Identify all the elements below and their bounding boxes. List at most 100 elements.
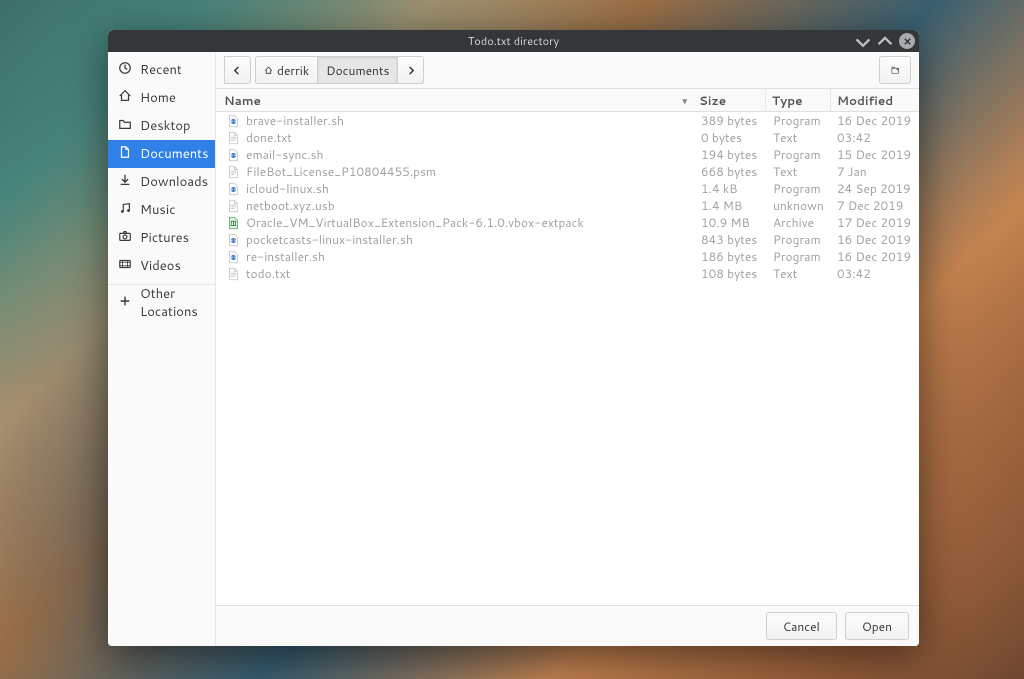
dialog-footer: Cancel Open [216, 605, 919, 646]
text-file-icon [226, 199, 240, 213]
breadcrumb-label: Documents [326, 62, 389, 79]
file-row[interactable]: brave-installer.sh389 bytesProgram16 Dec… [216, 112, 919, 129]
file-modified: 16 Dec 2019 [831, 231, 919, 248]
camera-icon [118, 229, 132, 248]
file-row[interactable]: email-sync.sh 194 bytesProgram15 Dec 2019 [216, 146, 919, 163]
sidebar-item-documents[interactable]: Documents [108, 140, 215, 168]
sort-descending-icon: ▾ [682, 94, 687, 107]
file-type: unknown [767, 197, 831, 214]
folder-icon [118, 117, 132, 136]
home-icon [118, 89, 132, 108]
script-file-icon [226, 250, 240, 264]
file-type: Text [767, 163, 831, 180]
breadcrumb-documents[interactable]: Documents [317, 56, 398, 84]
header-name[interactable]: Name ▾ [216, 89, 693, 111]
file-modified: 15 Dec 2019 [831, 146, 919, 163]
minimize-button[interactable] [855, 33, 871, 49]
clock-icon [118, 61, 132, 80]
file-row[interactable]: netboot.xyz.usb 1.4 MBunknown7 Dec 2019 [216, 197, 919, 214]
file-name: netboot.xyz.usb [246, 197, 335, 214]
file-size: 108 bytes [695, 265, 767, 282]
nav-buttons [224, 56, 251, 84]
sidebar-item-recent[interactable]: Recent [108, 56, 215, 84]
file-size: 0 bytes [695, 129, 767, 146]
file-name: re-installer.sh [246, 248, 325, 265]
file-size: 843 bytes [695, 231, 767, 248]
sidebar-item-label: Music [140, 201, 176, 219]
file-modified: 7 Jan [831, 163, 919, 180]
file-row[interactable]: todo.txt108 bytesText03:42 [216, 265, 919, 282]
file-modified: 7 Dec 2019 [831, 197, 919, 214]
main-pane: derrik Documents Name ▾ Size Type Modifie… [216, 52, 919, 646]
text-file-icon [226, 131, 240, 145]
sidebar-item-other-locations[interactable]: Other Locations [108, 289, 215, 317]
sidebar-item-label: Desktop [140, 117, 191, 135]
script-file-icon [226, 148, 240, 162]
header-modified[interactable]: Modified [830, 89, 919, 111]
file-name: email-sync.sh [246, 146, 324, 163]
file-modified: 16 Dec 2019 [831, 248, 919, 265]
file-name: Oracle_VM_VirtualBox_Extension_Pack-6.1.… [246, 214, 584, 231]
file-list[interactable]: brave-installer.sh389 bytesProgram16 Dec… [216, 112, 919, 605]
file-type: Program [767, 231, 831, 248]
script-file-icon [226, 233, 240, 247]
new-folder-button[interactable] [879, 56, 911, 84]
file-type: Program [767, 248, 831, 265]
file-row[interactable]: Oracle_VM_VirtualBox_Extension_Pack-6.1.… [216, 214, 919, 231]
sidebar-item-label: Home [140, 89, 176, 107]
file-modified: 24 Sep 2019 [831, 180, 919, 197]
text-file-icon [226, 165, 240, 179]
file-name: brave-installer.sh [246, 112, 344, 129]
file-size: 1.4 MB [695, 197, 767, 214]
file-size: 194 bytes [695, 146, 767, 163]
sidebar-item-desktop[interactable]: Desktop [108, 112, 215, 140]
file-size: 186 bytes [695, 248, 767, 265]
toolbar: derrik Documents [216, 52, 919, 89]
sidebar-item-music[interactable]: Music [108, 196, 215, 224]
file-type: Program [767, 112, 831, 129]
window-title: Todo.txt directory [468, 33, 559, 49]
file-modified: 16 Dec 2019 [831, 112, 919, 129]
breadcrumb-derrik[interactable]: derrik [255, 56, 318, 84]
file-row[interactable]: icloud-linux.sh1.4 kBProgram24 Sep 2019 [216, 180, 919, 197]
forward-button[interactable] [397, 56, 424, 84]
file-row[interactable]: pocketcasts-linux-installer.sh 843 bytesP… [216, 231, 919, 248]
column-headers: Name ▾ Size Type Modified [216, 89, 919, 112]
back-button[interactable] [224, 56, 251, 84]
plus-icon [118, 294, 132, 313]
sidebar-item-videos[interactable]: Videos [108, 252, 215, 280]
file-chooser-window: Todo.txt directory Recent Home Desktop Docu… [108, 30, 919, 646]
sidebar-item-downloads[interactable]: Downloads [108, 168, 215, 196]
text-file-icon [226, 267, 240, 281]
close-button[interactable] [899, 33, 915, 49]
file-name: FileBot_License_P10804455.psm [246, 163, 436, 180]
file-row[interactable]: re-installer.sh 186 bytesProgram16 Dec 20… [216, 248, 919, 265]
file-type: Archive [767, 214, 831, 231]
file-name: done.txt [246, 129, 292, 146]
cancel-button[interactable]: Cancel [766, 612, 837, 640]
file-modified: 03:42 [831, 129, 919, 146]
file-row[interactable]: FileBot_License_P10804455.psm668 bytesTe… [216, 163, 919, 180]
header-size[interactable]: Size [693, 89, 765, 111]
music-icon [118, 201, 132, 220]
download-icon [118, 173, 132, 192]
sidebar-item-label: Downloads [140, 173, 208, 191]
breadcrumb-label: derrik [277, 62, 309, 79]
file-name: icloud-linux.sh [246, 180, 329, 197]
file-type: Text [767, 129, 831, 146]
video-icon [118, 257, 132, 276]
titlebar[interactable]: Todo.txt directory [108, 30, 919, 52]
sidebar-item-pictures[interactable]: Pictures [108, 224, 215, 252]
archive-file-icon [226, 216, 240, 230]
script-file-icon [226, 182, 240, 196]
file-name: pocketcasts-linux-installer.sh [246, 231, 413, 248]
header-type[interactable]: Type [765, 89, 830, 111]
file-modified: 03:42 [831, 265, 919, 282]
sidebar-item-home[interactable]: Home [108, 84, 215, 112]
file-name: todo.txt [246, 265, 290, 282]
file-type: Program [767, 146, 831, 163]
maximize-button[interactable] [877, 33, 893, 49]
file-size: 1.4 kB [695, 180, 767, 197]
open-button[interactable]: Open [845, 612, 909, 640]
file-row[interactable]: done.txt 0 bytesText03:42 [216, 129, 919, 146]
